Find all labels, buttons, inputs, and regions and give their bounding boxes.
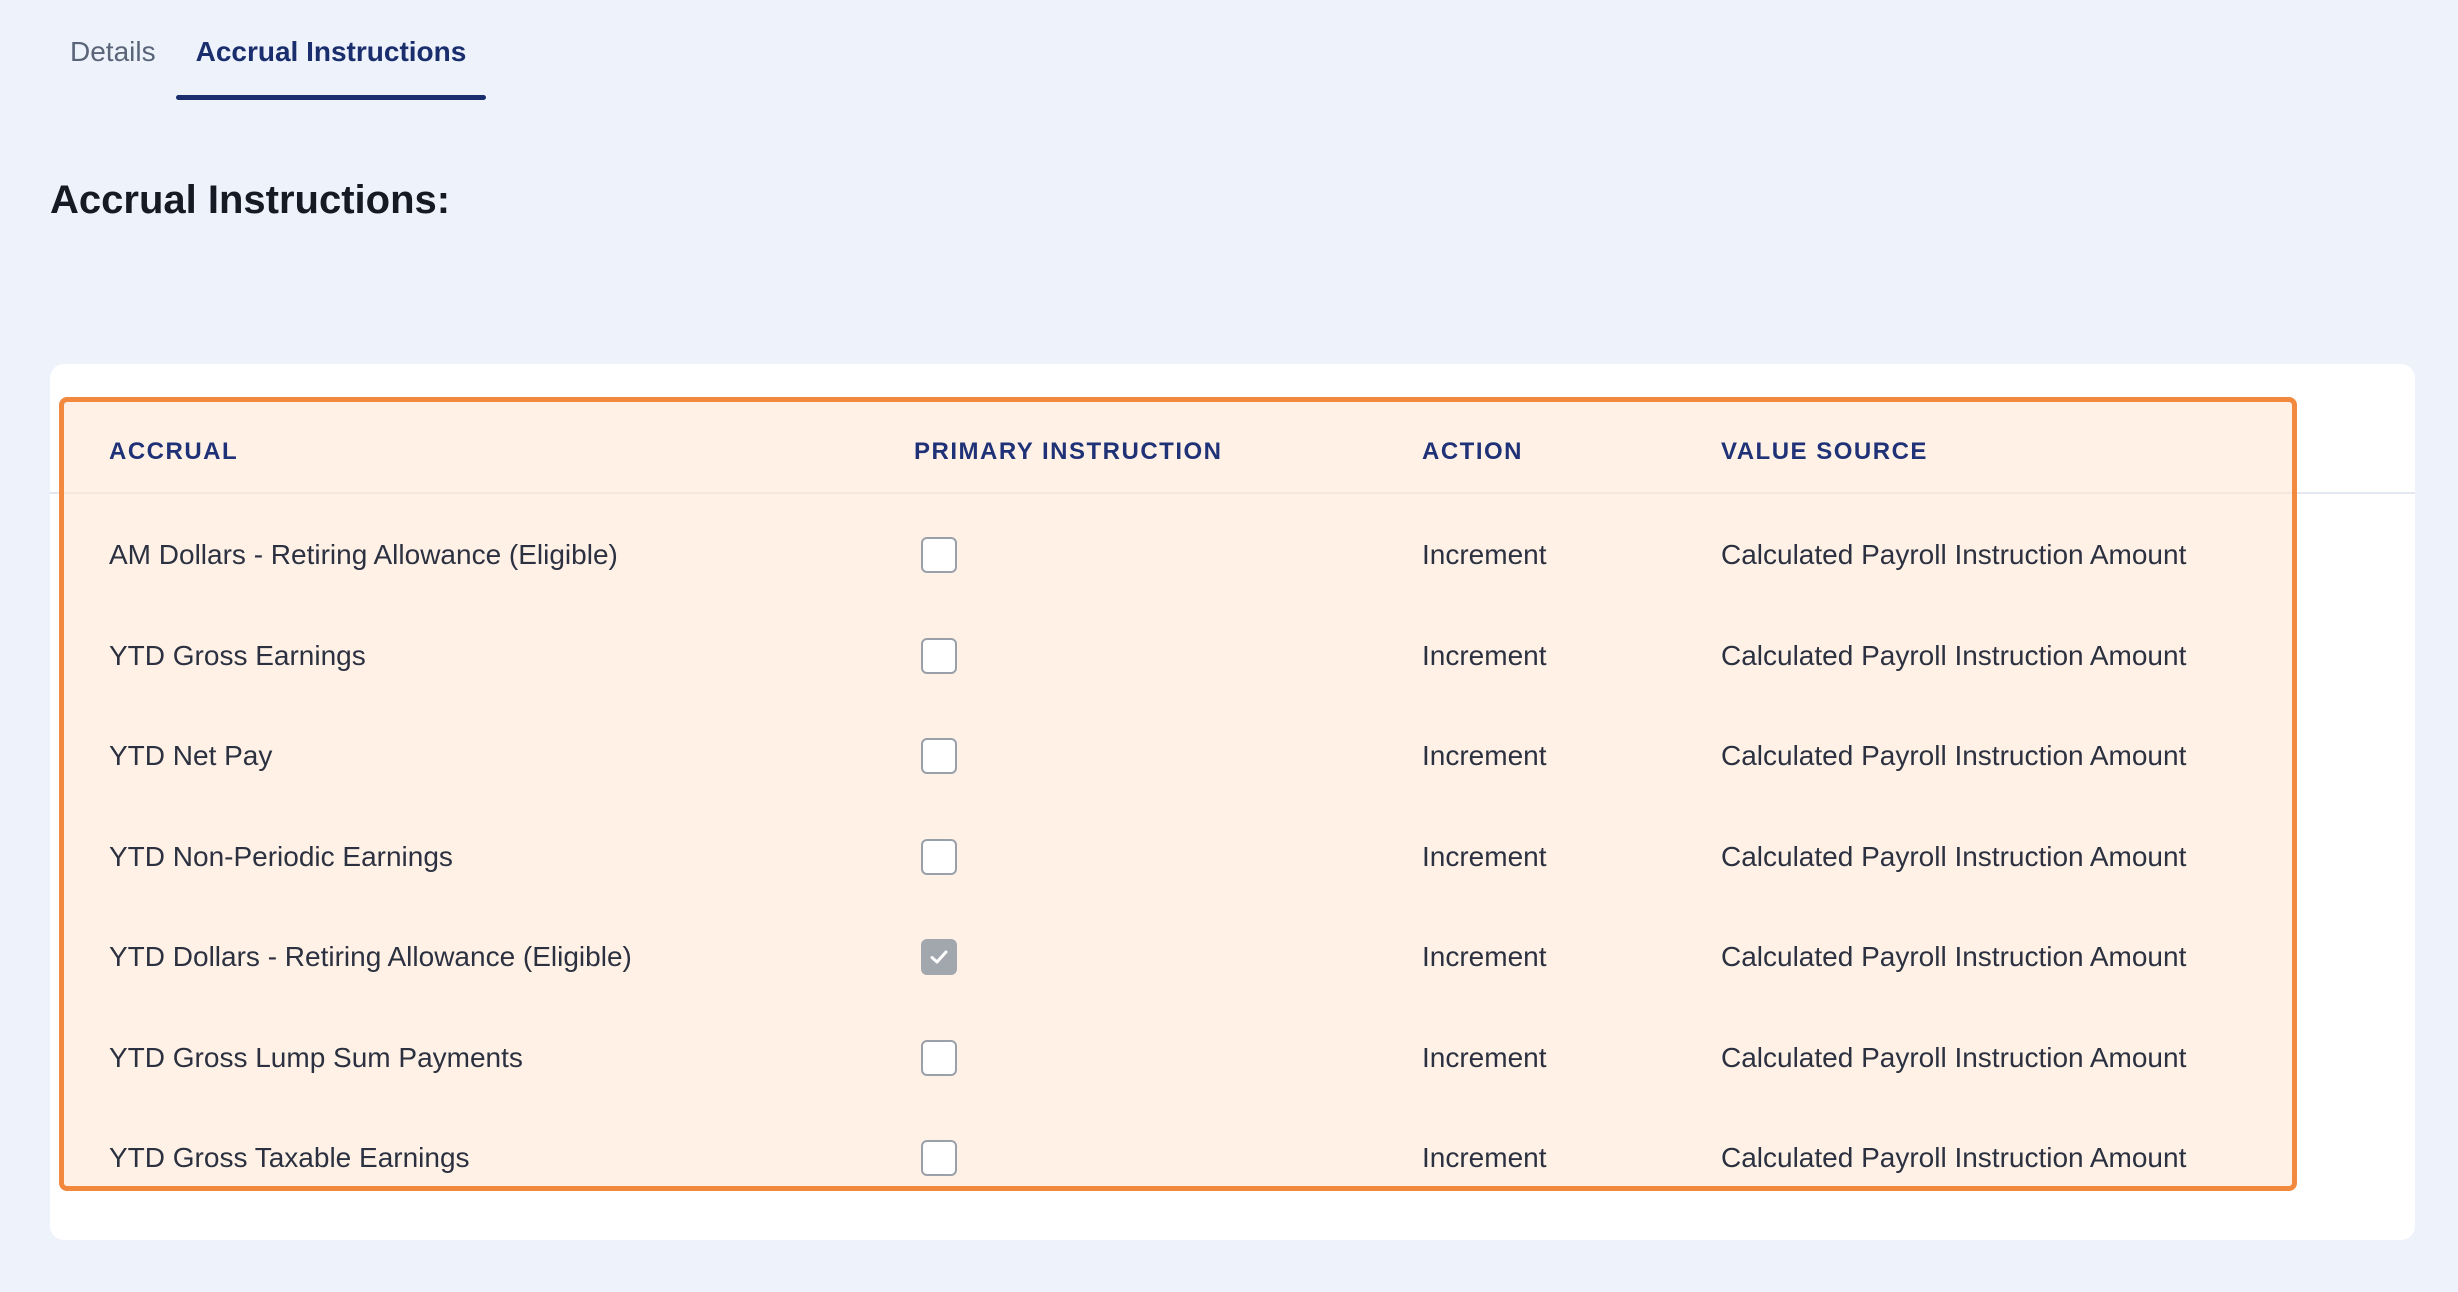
primary-instruction-checkbox[interactable]: [921, 637, 957, 674]
action-value: Increment: [1422, 1041, 1547, 1073]
table-row[interactable]: YTD Gross Lump Sum Payments Increment Calc…: [64, 1008, 2292, 1108]
accrual-name: YTD Gross Taxable Earnings: [109, 1142, 470, 1173]
checkmark-icon: [930, 950, 948, 964]
action-value: Increment: [1422, 840, 1547, 872]
accrual-name: YTD Gross Earnings: [109, 639, 366, 671]
table-header-row: ACCRUAL PRIMARY INSTRUCTION ACTION VALUE…: [64, 402, 2292, 502]
primary-instruction-checkbox[interactable]: [921, 838, 957, 875]
accrual-name: YTD Dollars - Retiring Allowance (Eligib…: [109, 941, 632, 972]
primary-instruction-cell: [914, 1008, 957, 1108]
table-row[interactable]: YTD Gross Earnings Increment Calculated Pa…: [64, 606, 2292, 706]
value-source-value: Calculated Payroll Instruction Amount: [1721, 740, 2187, 771]
tab-bar: Details Accrual Instructions: [50, 0, 487, 100]
action-value: Increment: [1422, 639, 1547, 671]
primary-instruction-checkbox[interactable]: [921, 738, 957, 774]
value-source-value: Calculated Payroll Instruction Amount: [1721, 1041, 2187, 1073]
page-title: Accrual Instructions:: [50, 178, 451, 222]
primary-instruction-checkbox[interactable]: [921, 1140, 957, 1176]
table-row[interactable]: YTD Net Pay Increment Calculated Payroll I…: [64, 706, 2292, 806]
column-header-action: ACTION: [1422, 438, 1523, 465]
table-row[interactable]: YTD Gross Taxable Earnings Increment Calcu…: [64, 1108, 2292, 1208]
primary-instruction-cell: [914, 1108, 957, 1208]
accrual-name: YTD Net Pay: [109, 740, 273, 771]
value-source-value: Calculated Payroll Instruction Amount: [1721, 1142, 2187, 1173]
value-source-value: Calculated Payroll Instruction Amount: [1721, 840, 2187, 872]
primary-instruction-checkbox[interactable]: [921, 537, 957, 573]
action-value: Increment: [1422, 1142, 1547, 1173]
primary-instruction-checkbox[interactable]: [921, 939, 957, 975]
table-highlight: ACCRUAL PRIMARY INSTRUCTION ACTION VALUE…: [59, 397, 2297, 1191]
primary-instruction-cell: [914, 907, 957, 1007]
action-value: Increment: [1422, 539, 1547, 570]
value-source-value: Calculated Payroll Instruction Amount: [1721, 639, 2187, 671]
primary-instruction-cell: [914, 606, 957, 706]
accrual-instructions-table-card: ACCRUAL PRIMARY INSTRUCTION ACTION VALUE…: [50, 364, 2415, 1240]
column-header-primary-instruction: PRIMARY INSTRUCTION: [914, 438, 1223, 465]
tab-accrual-instructions[interactable]: Accrual Instructions: [175, 0, 487, 100]
accrual-name: AM Dollars - Retiring Allowance (Eligibl…: [109, 539, 618, 570]
primary-instruction-cell: [914, 505, 957, 605]
primary-instruction-cell: [914, 807, 957, 907]
accrual-name: YTD Gross Lump Sum Payments: [109, 1041, 523, 1073]
primary-instruction-checkbox[interactable]: [921, 1039, 957, 1076]
value-source-value: Calculated Payroll Instruction Amount: [1721, 941, 2187, 972]
column-header-accrual: ACCRUAL: [109, 438, 239, 465]
table-row[interactable]: YTD Non-Periodic Earnings Increment Calcul…: [64, 807, 2292, 907]
column-header-value-source: VALUE SOURCE: [1721, 438, 1928, 465]
primary-instruction-cell: [914, 706, 957, 806]
table-row[interactable]: YTD Dollars - Retiring Allowance (Eligib…: [64, 907, 2292, 1007]
accrual-name: YTD Non-Periodic Earnings: [109, 840, 453, 872]
action-value: Increment: [1422, 740, 1547, 771]
tab-details[interactable]: Details: [50, 0, 176, 100]
value-source-value: Calculated Payroll Instruction Amount: [1721, 539, 2187, 570]
table-row[interactable]: AM Dollars - Retiring Allowance (Eligibl…: [64, 505, 2292, 605]
action-value: Increment: [1422, 941, 1547, 972]
